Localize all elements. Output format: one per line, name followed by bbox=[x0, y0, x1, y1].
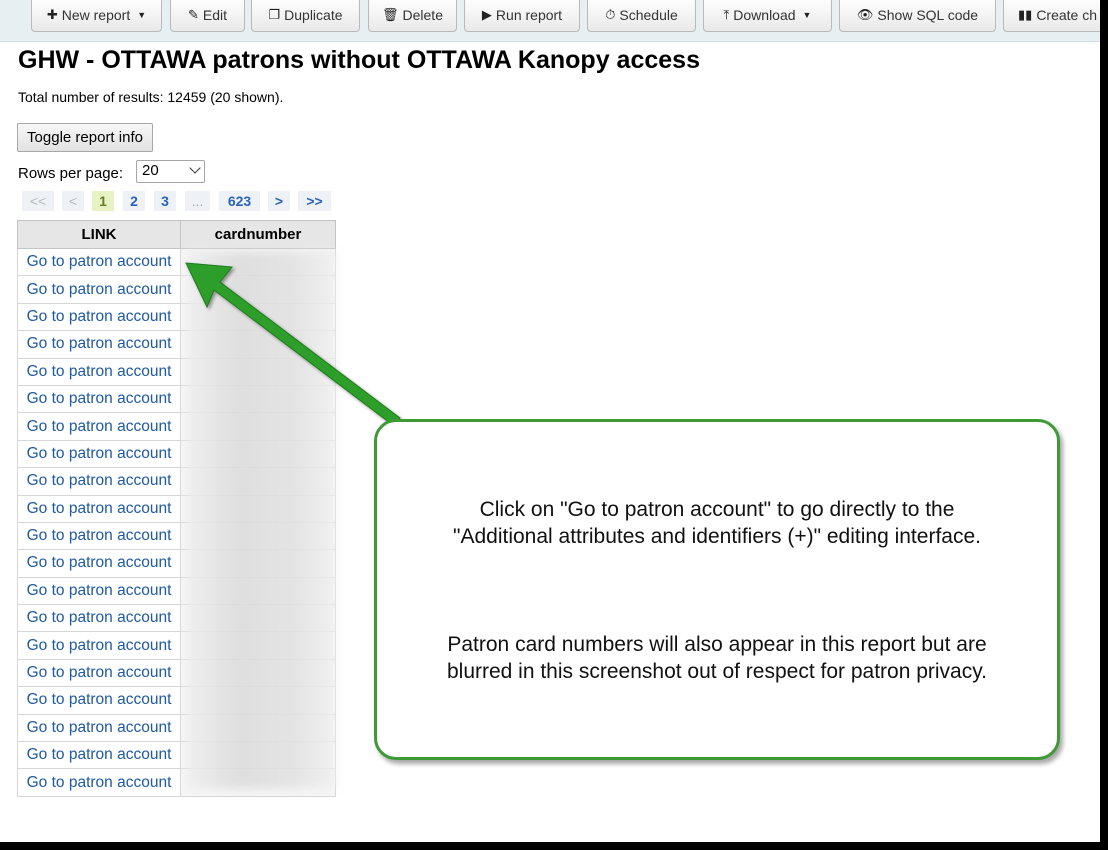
patron-account-link[interactable]: Go to patron account bbox=[17, 768, 181, 797]
patron-account-link[interactable]: Go to patron account bbox=[17, 384, 181, 414]
patron-account-link[interactable]: Go to patron account bbox=[17, 576, 181, 606]
patron-account-link[interactable]: Go to patron account bbox=[17, 439, 181, 469]
pager-next[interactable]: > bbox=[268, 191, 290, 211]
rows-per-page-label: Rows per page: bbox=[18, 165, 124, 182]
patron-account-link[interactable]: Go to patron account bbox=[17, 247, 181, 277]
total-results-text: Total number of results: 12459 (20 shown… bbox=[18, 89, 284, 105]
patron-account-link[interactable]: Go to patron account bbox=[17, 713, 181, 743]
callout-line-2: "Additional attributes and identifiers (… bbox=[453, 525, 981, 548]
patron-account-link[interactable]: Go to patron account bbox=[17, 275, 181, 304]
delete-button[interactable]: 🗑 Delete bbox=[368, 0, 457, 32]
upload-icon: ⤒ bbox=[723, 7, 730, 22]
pager-ellipsis: ... bbox=[185, 191, 210, 211]
copy-icon: ❐ bbox=[268, 7, 281, 22]
patron-account-link[interactable]: Go to patron account bbox=[17, 631, 181, 660]
show-sql-button[interactable]: 👁 Show SQL code bbox=[839, 0, 996, 32]
column-header-cardnumber[interactable]: cardnumber bbox=[180, 220, 336, 249]
patron-account-link[interactable]: Go to patron account bbox=[17, 686, 181, 715]
pager-prev[interactable]: < bbox=[62, 191, 84, 211]
patron-account-link[interactable]: Go to patron account bbox=[17, 494, 181, 523]
caret-down-icon: ▼ bbox=[137, 10, 147, 20]
callout-arrow-icon bbox=[185, 262, 401, 427]
pencil-icon: ✎ bbox=[187, 7, 199, 22]
run-report-button[interactable]: ▶ Run report bbox=[464, 0, 580, 32]
trash-icon: 🗑 bbox=[382, 7, 399, 22]
rows-per-page-select[interactable]: 20 bbox=[136, 160, 205, 183]
download-button[interactable]: ⤒ Download ▼ bbox=[703, 0, 832, 32]
callout-line-3: Patron card numbers will also appear in … bbox=[447, 633, 987, 656]
patron-account-link[interactable]: Go to patron account bbox=[17, 412, 181, 441]
page-title: GHW - OTTAWA patrons without OTTAWA Kano… bbox=[18, 46, 700, 74]
create-chart-button[interactable]: ▮▮ Create ch bbox=[1003, 0, 1100, 32]
play-icon: ▶ bbox=[481, 7, 492, 22]
patron-account-link[interactable]: Go to patron account bbox=[17, 658, 181, 688]
plus-icon: ✚ bbox=[46, 7, 58, 22]
schedule-button[interactable]: ⏱ Schedule bbox=[587, 0, 696, 32]
callout-box: Click on "Go to patron account" to go di… bbox=[374, 419, 1060, 760]
chevron-down-icon bbox=[189, 162, 201, 174]
caret-down-icon: ▼ bbox=[802, 10, 812, 20]
clock-icon: ⏱ bbox=[605, 7, 616, 22]
eye-icon: 👁 bbox=[856, 7, 874, 22]
bar-chart-icon: ▮▮ bbox=[1018, 7, 1033, 22]
patron-account-link[interactable]: Go to patron account bbox=[17, 357, 181, 386]
table-header-row: LINK cardnumber bbox=[17, 220, 336, 249]
pager-page-1[interactable]: 1 bbox=[92, 191, 114, 211]
patron-account-link[interactable]: Go to patron account bbox=[17, 549, 181, 578]
patron-account-link[interactable]: Go to patron account bbox=[17, 604, 181, 633]
patron-account-link[interactable]: Go to patron account bbox=[17, 467, 181, 496]
rows-per-page-value: 20 bbox=[142, 162, 159, 179]
callout-line-1: Click on "Go to patron account" to go di… bbox=[479, 498, 955, 521]
column-header-link[interactable]: LINK bbox=[17, 220, 181, 249]
duplicate-button[interactable]: ❐ Duplicate bbox=[251, 0, 360, 32]
patron-account-link[interactable]: Go to patron account bbox=[17, 302, 181, 332]
page: ✚ New report ▼ ✎ Edit ❐ Duplicate 🗑 Dele… bbox=[0, 0, 1100, 842]
pager-first[interactable]: << bbox=[22, 191, 54, 211]
pager-page-3[interactable]: 3 bbox=[154, 191, 176, 211]
pager-page-2[interactable]: 2 bbox=[123, 191, 145, 211]
toggle-report-info-button[interactable]: Toggle report info bbox=[17, 123, 153, 152]
edit-button[interactable]: ✎ Edit bbox=[170, 0, 245, 32]
patron-account-link[interactable]: Go to patron account bbox=[17, 741, 181, 770]
callout-line-4: blurred in this screenshot out of respec… bbox=[446, 660, 988, 683]
new-report-button[interactable]: ✚ New report ▼ bbox=[31, 0, 162, 32]
pager-last[interactable]: >> bbox=[298, 191, 331, 211]
patron-account-link[interactable]: Go to patron account bbox=[17, 330, 181, 359]
patron-account-link[interactable]: Go to patron account bbox=[17, 521, 181, 551]
report-toolbar: ✚ New report ▼ ✎ Edit ❐ Duplicate 🗑 Dele… bbox=[0, 0, 1100, 42]
pager-page-623[interactable]: 623 bbox=[219, 191, 260, 211]
